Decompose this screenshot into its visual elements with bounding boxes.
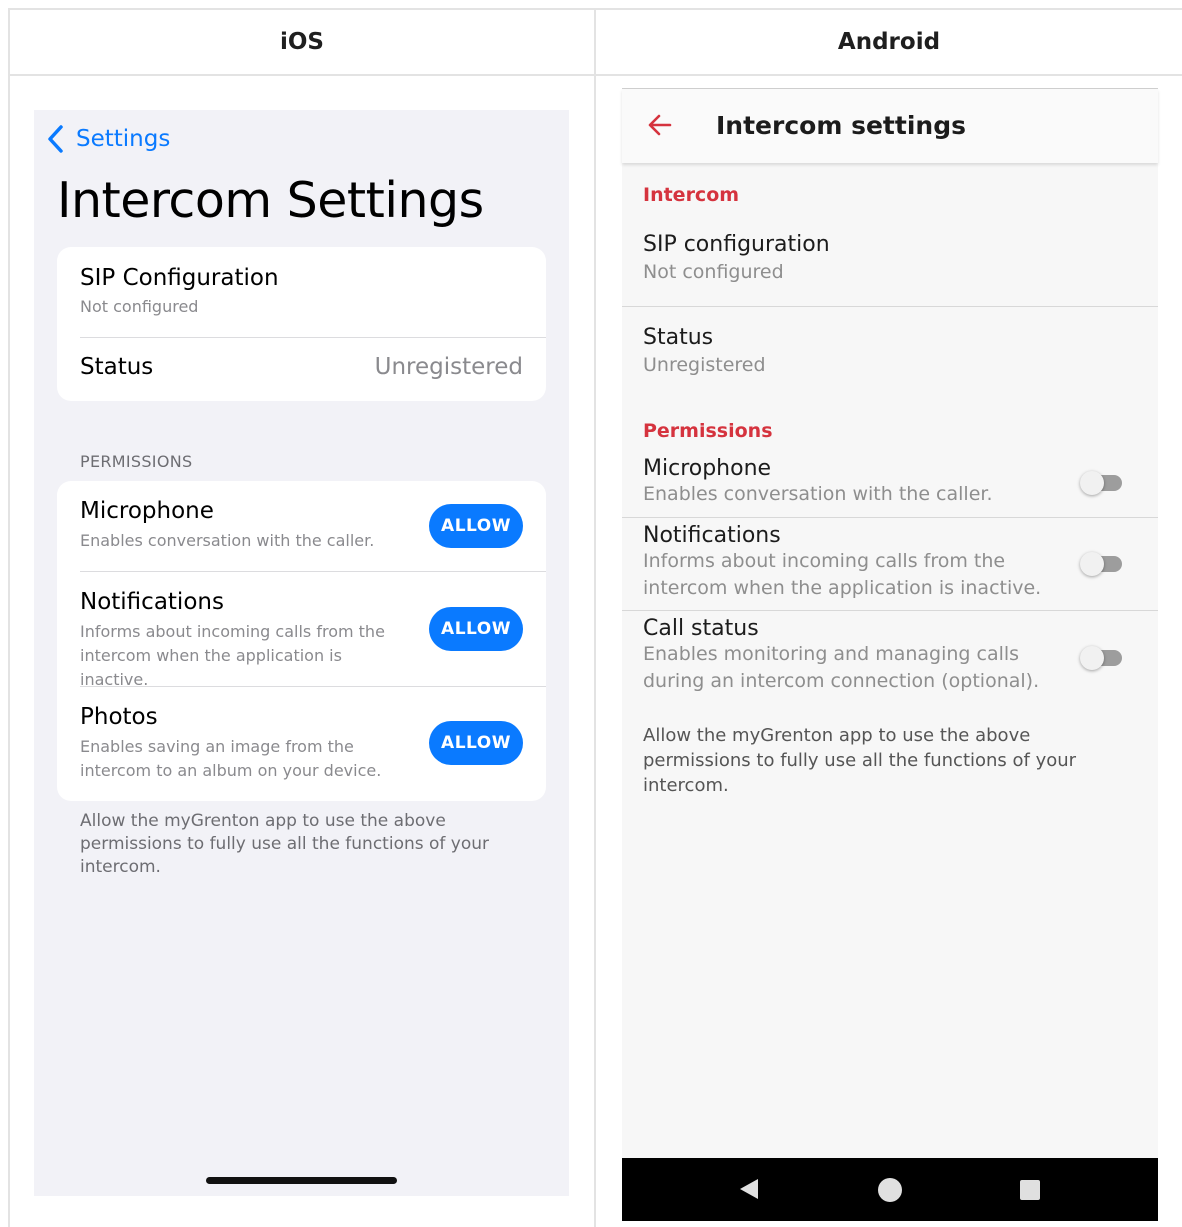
divider [622, 306, 1158, 307]
android-footer-note: Allow the myGrenton app to use the above… [643, 725, 1077, 796]
permission-description: Informs about incoming calls from the in… [80, 622, 385, 689]
divider [80, 571, 546, 572]
ios-allow-photos-button[interactable]: ALLOW [429, 721, 523, 765]
permission-label: Notifications [80, 589, 224, 615]
divider [622, 610, 1158, 611]
permission-description: Enables conversation with the caller. [643, 483, 993, 505]
ios-permission-notifications: Notifications Informs about incoming cal… [80, 589, 400, 692]
android-permissions-section: Permissions [643, 420, 773, 442]
column-header-ios: iOS [279, 29, 324, 55]
divider [80, 337, 546, 338]
ios-sip-label: SIP Configuration [80, 265, 279, 291]
ios-back-label: Settings [76, 126, 171, 152]
ios-status-value: Unregistered [374, 354, 523, 380]
android-permission-call-status: Call status Enables monitoring and manag… [643, 616, 1083, 695]
column-header-android: Android [837, 29, 941, 55]
ios-back-button[interactable]: Settings [46, 124, 170, 154]
android-page-title: Intercom settings [716, 111, 966, 140]
permission-label: Notifications [643, 523, 781, 548]
arrow-back-icon[interactable] [646, 111, 674, 139]
ios-screen: Settings Intercom Settings SIP Configura… [34, 110, 569, 1196]
chevron-left-icon [48, 125, 63, 153]
android-screen: Intercom settings Intercom SIP configura… [622, 88, 1158, 1221]
ios-footer-note: Allow the myGrenton app to use the above… [80, 811, 490, 877]
permission-label: Microphone [80, 498, 214, 524]
ios-permissions-card: Microphone Enables conversation with the… [57, 481, 546, 801]
android-status-sub: Unregistered [643, 354, 766, 376]
ios-page-title: Intercom Settings [57, 172, 484, 229]
home-circle-icon[interactable] [877, 1177, 903, 1203]
back-triangle-icon[interactable] [738, 1177, 760, 1201]
android-sip-configuration-row[interactable]: SIP configuration Not configured [643, 232, 1083, 286]
column-divider [594, 8, 596, 1227]
android-permission-microphone: Microphone Enables conversation with the… [643, 456, 1083, 508]
permission-label: Call status [643, 616, 759, 641]
ios-permission-photos: Photos Enables saving an image from the … [80, 704, 400, 783]
ios-intercom-card: SIP Configuration Not configured Status … [57, 247, 546, 401]
permission-description: Enables saving an image from the interco… [80, 737, 382, 780]
ios-permissions-header: PERMISSIONS [80, 452, 193, 471]
ios-sip-sub: Not configured [80, 297, 199, 316]
call-status-toggle[interactable] [1080, 646, 1124, 670]
android-app-bar: Intercom settings [622, 89, 1158, 163]
header-divider [8, 74, 1182, 76]
permission-label: Microphone [643, 456, 772, 481]
ios-permission-microphone: Microphone Enables conversation with the… [80, 498, 400, 553]
permission-description: Enables conversation with the caller. [80, 531, 375, 550]
home-indicator[interactable] [206, 1177, 397, 1184]
ios-sip-configuration-row[interactable]: SIP Configuration Not configured [80, 265, 546, 319]
microphone-toggle[interactable] [1080, 471, 1124, 495]
android-sip-sub: Not configured [643, 261, 784, 283]
android-sip-label: SIP configuration [643, 232, 830, 257]
android-permission-notifications: Notifications Informs about incoming cal… [643, 523, 1083, 602]
divider [622, 517, 1158, 518]
permission-label: Photos [80, 704, 158, 730]
android-intercom-section: Intercom [643, 184, 740, 206]
recents-square-icon[interactable] [1019, 1179, 1041, 1201]
ios-allow-notifications-button[interactable]: ALLOW [429, 607, 523, 651]
android-navigation-bar [622, 1158, 1158, 1221]
notifications-toggle[interactable] [1080, 552, 1124, 576]
permission-description: Informs about incoming calls from the in… [643, 550, 1042, 599]
permission-description: Enables monitoring and managing calls du… [643, 643, 1040, 692]
android-status-row: Status Unregistered [643, 325, 1083, 379]
android-status-label: Status [643, 325, 714, 350]
ios-allow-microphone-button[interactable]: ALLOW [429, 504, 523, 548]
divider [80, 686, 546, 687]
